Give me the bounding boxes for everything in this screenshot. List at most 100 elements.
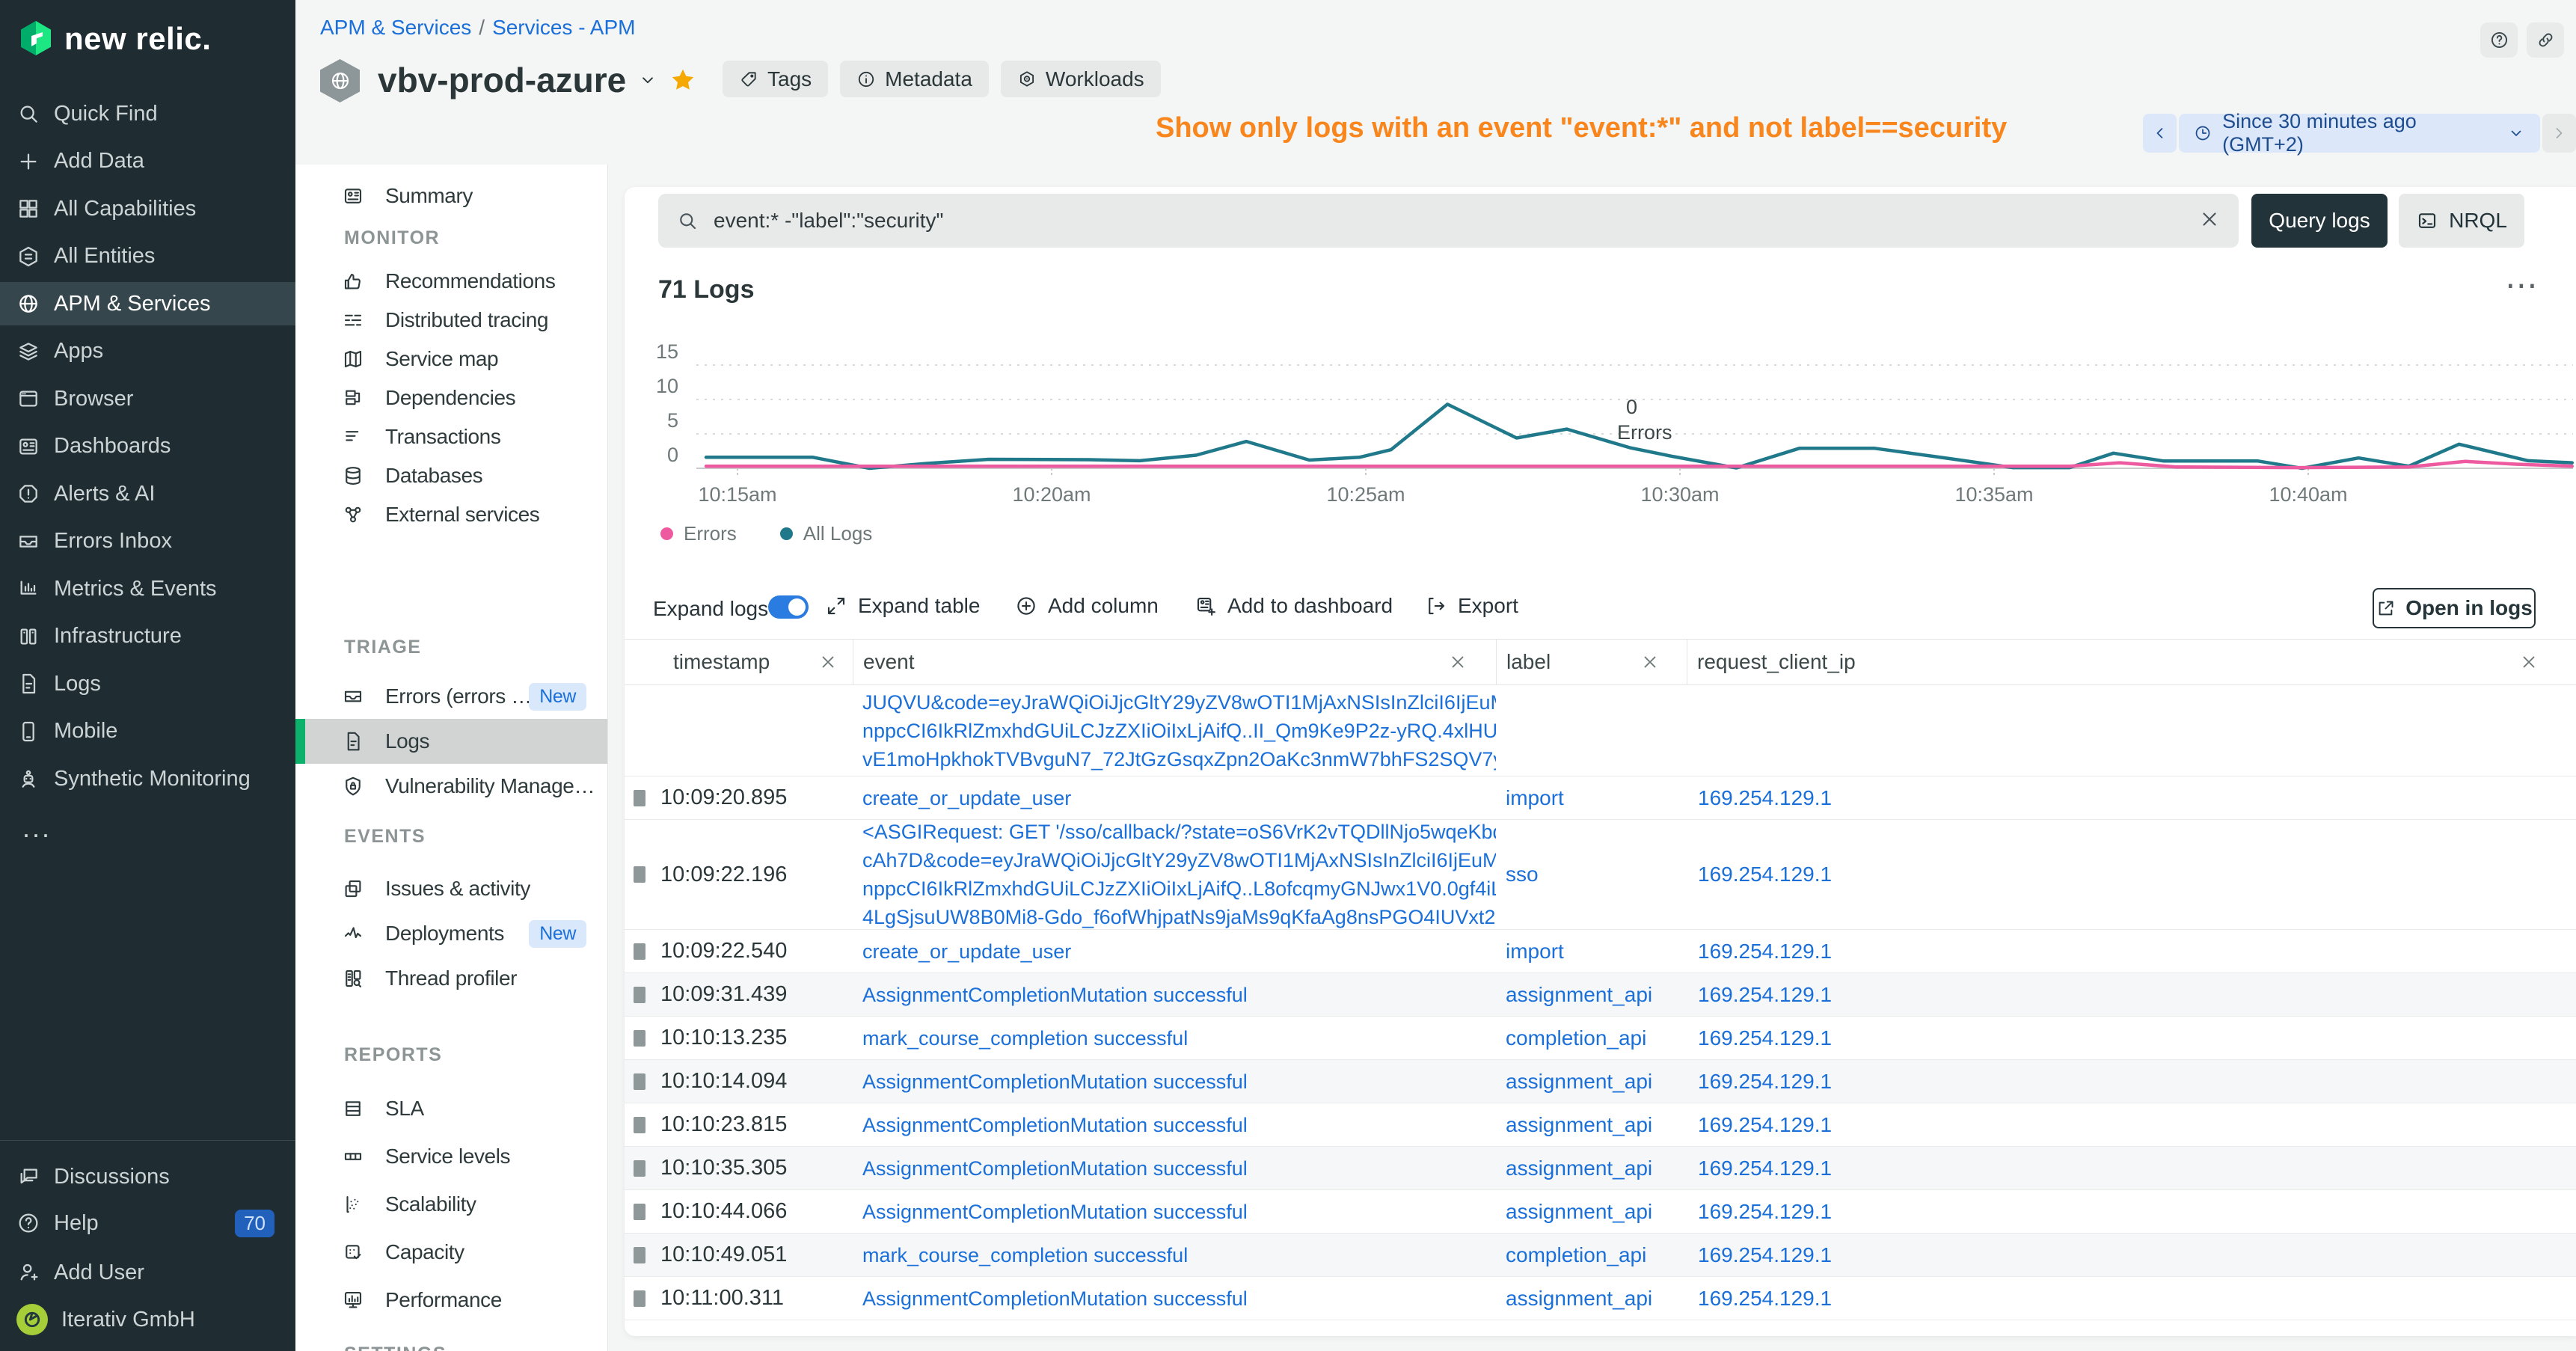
add-column-button[interactable]: Add column (1015, 594, 1159, 618)
subnav-item-transactions[interactable]: Transactions (295, 417, 607, 456)
time-picker-prev-button[interactable] (2143, 114, 2177, 153)
sidebar-item-all-entities[interactable]: All Entities (0, 235, 295, 278)
breadcrumb-link-services-apm[interactable]: Services - APM (492, 16, 635, 40)
sidebar-item-add-data[interactable]: Add Data (0, 140, 295, 183)
label-link[interactable]: assignment_api (1506, 1113, 1652, 1137)
label-link[interactable]: completion_api (1506, 1026, 1646, 1050)
log-row[interactable]: 10:10:49.051mark_course_completion succe… (625, 1234, 2576, 1277)
label-link[interactable]: import (1506, 786, 1564, 810)
column-header-label[interactable]: label (1496, 640, 1687, 684)
tags-button[interactable]: Tags (723, 61, 828, 97)
expand-logs-toggle[interactable] (768, 595, 809, 619)
event-link[interactable]: AssignmentCompletionMutation successful (862, 1284, 1496, 1313)
sidebar-footer-discussions[interactable]: Discussions (0, 1155, 295, 1198)
subnav-item-performance[interactable]: Performance (295, 1276, 607, 1324)
subnav-item-summary[interactable]: Summary (295, 177, 607, 215)
log-row[interactable]: 10:10:14.094AssignmentCompletionMutation… (625, 1060, 2576, 1103)
subnav-item-service-map[interactable]: Service map (295, 340, 607, 379)
column-header-timestamp[interactable]: timestamp (625, 640, 853, 684)
add-to-dashboard-button[interactable]: Add to dashboard (1195, 594, 1393, 618)
ip-link[interactable]: 169.254.129.1 (1698, 1157, 1832, 1180)
sidebar-item-dashboards[interactable]: Dashboards (0, 425, 295, 468)
subnav-item-capacity[interactable]: Capacity (295, 1228, 607, 1276)
sidebar-item-alerts-ai[interactable]: Alerts & AI (0, 472, 295, 515)
panel-menu-button[interactable]: ⋯ (2505, 266, 2540, 304)
subnav-item-thread-profiler[interactable]: Thread profiler (295, 956, 607, 1001)
subnav-item-scalability[interactable]: Scalability (295, 1180, 607, 1228)
label-link[interactable]: assignment_api (1506, 983, 1652, 1007)
event-link[interactable]: mark_course_completion successful (862, 1024, 1496, 1053)
ip-link[interactable]: 169.254.129.1 (1698, 1026, 1832, 1050)
permalink-button[interactable] (2527, 22, 2564, 58)
ip-link[interactable]: 169.254.129.1 (1698, 1070, 1832, 1094)
sidebar-item-synthetic-monitoring[interactable]: Synthetic Monitoring (0, 757, 295, 800)
sidebar-footer-iterativ-gmbh[interactable]: Iterativ GmbH (0, 1298, 295, 1341)
subnav-item-recommendations[interactable]: Recommendations (295, 262, 607, 301)
legend-item-errors[interactable]: Errors (660, 522, 737, 545)
label-link[interactable]: import (1506, 940, 1564, 964)
global-nav-more-button[interactable]: ... (22, 812, 52, 844)
event-link[interactable]: AssignmentCompletionMutation successful (862, 1111, 1496, 1139)
sidebar-item-quick-find[interactable]: Quick Find (0, 92, 295, 135)
metadata-button[interactable]: Metadata (840, 61, 989, 97)
event-link[interactable]: AssignmentCompletionMutation successful (862, 981, 1496, 1009)
subnav-item-dependencies[interactable]: Dependencies (295, 379, 607, 417)
time-picker-next-button[interactable] (2542, 114, 2576, 153)
subnav-item-external-services[interactable]: External services (295, 495, 607, 534)
log-search-input[interactable]: event:* -"label":"security" (658, 194, 2239, 248)
label-link[interactable]: completion_api (1506, 1243, 1646, 1267)
ip-link[interactable]: 169.254.129.1 (1698, 1287, 1832, 1311)
subnav-item-sla[interactable]: SLA (295, 1085, 607, 1133)
sidebar-footer-add-user[interactable]: Add User (0, 1251, 295, 1294)
log-row[interactable]: JUQVU&code=eyJraWQiOiJjcGltY29yZV8wOTI1M… (625, 685, 2576, 776)
event-link[interactable]: cAh7D&code=eyJraWQiOiJjcGltY29yZV8wOTI1M… (862, 846, 1496, 874)
label-link[interactable]: assignment_api (1506, 1157, 1652, 1180)
open-in-logs-button[interactable]: Open in logs (2373, 588, 2536, 628)
favorite-star-icon[interactable] (669, 67, 696, 94)
subnav-item-service-levels[interactable]: Service levels (295, 1133, 607, 1180)
export-button[interactable]: Export (1425, 594, 1518, 618)
time-picker-dropdown[interactable]: Since 30 minutes ago (GMT+2) (2179, 114, 2540, 153)
newrelic-logo[interactable]: new relic. (18, 19, 211, 58)
workloads-button[interactable]: Workloads (1001, 61, 1161, 97)
ip-link[interactable]: 169.254.129.1 (1698, 1200, 1832, 1224)
subnav-item-errors-errors-inb-[interactable]: Errors (errors inb...New (295, 674, 607, 719)
help-button[interactable] (2480, 22, 2518, 58)
page-title[interactable]: vbv-prod-azure (378, 60, 626, 100)
event-link[interactable]: AssignmentCompletionMutation successful (862, 1154, 1496, 1183)
ip-link[interactable]: 169.254.129.1 (1698, 786, 1832, 810)
sidebar-item-logs[interactable]: Logs (0, 662, 295, 705)
ip-link[interactable]: 169.254.129.1 (1698, 1243, 1832, 1267)
log-row[interactable]: 10:10:44.066AssignmentCompletionMutation… (625, 1190, 2576, 1234)
remove-column-icon[interactable] (1640, 652, 1660, 672)
ip-link[interactable]: 169.254.129.1 (1698, 1113, 1832, 1137)
event-link[interactable]: vE1moHpkhokTVBvguN7_72JtGzGsqxZpn2OaKc3n… (862, 745, 1496, 773)
ip-link[interactable]: 169.254.129.1 (1698, 863, 1832, 886)
log-row[interactable]: 10:09:31.439AssignmentCompletionMutation… (625, 973, 2576, 1017)
log-row[interactable]: 10:09:22.540create_or_update_userimport1… (625, 930, 2576, 973)
column-header-request_client_ip[interactable]: request_client_ip (1687, 640, 2576, 684)
log-row[interactable]: 10:09:20.895create_or_update_userimport1… (625, 776, 2576, 820)
subnav-item-vulnerability-management[interactable]: Vulnerability Management (295, 764, 607, 809)
event-link[interactable]: JUQVU&code=eyJraWQiOiJjcGltY29yZV8wOTI1M… (862, 688, 1496, 717)
event-link[interactable]: mark_course_completion successful (862, 1241, 1496, 1269)
event-link[interactable]: create_or_update_user (862, 784, 1496, 812)
sidebar-item-browser[interactable]: Browser (0, 377, 295, 420)
sidebar-item-mobile[interactable]: Mobile (0, 710, 295, 753)
sidebar-item-apm-services[interactable]: APM & Services (0, 282, 295, 325)
log-row[interactable]: 10:10:35.305AssignmentCompletionMutation… (625, 1147, 2576, 1190)
breadcrumb-link-apm-services[interactable]: APM & Services (320, 16, 471, 40)
remove-column-icon[interactable] (818, 652, 838, 672)
subnav-item-deployments[interactable]: DeploymentsNew (295, 911, 607, 956)
log-row[interactable]: 10:10:23.815AssignmentCompletionMutation… (625, 1103, 2576, 1147)
event-link[interactable]: <ASGIRequest: GET '/sso/callback/?state=… (862, 820, 1496, 846)
sidebar-item-infrastructure[interactable]: Infrastructure (0, 615, 295, 658)
sidebar-item-apps[interactable]: Apps (0, 330, 295, 373)
log-row[interactable]: 10:11:00.311AssignmentCompletionMutation… (625, 1277, 2576, 1320)
nrql-button[interactable]: NRQL (2399, 194, 2524, 248)
subnav-item-logs[interactable]: Logs (295, 719, 607, 764)
ip-link[interactable]: 169.254.129.1 (1698, 940, 1832, 964)
label-link[interactable]: sso (1506, 863, 1539, 886)
event-link[interactable]: 4LgSjsuUW8B0Mi8-Gdo_f6ofWhjpatNs9jaMs9qK… (862, 903, 1496, 929)
subnav-item-distributed-tracing[interactable]: Distributed tracing (295, 301, 607, 340)
